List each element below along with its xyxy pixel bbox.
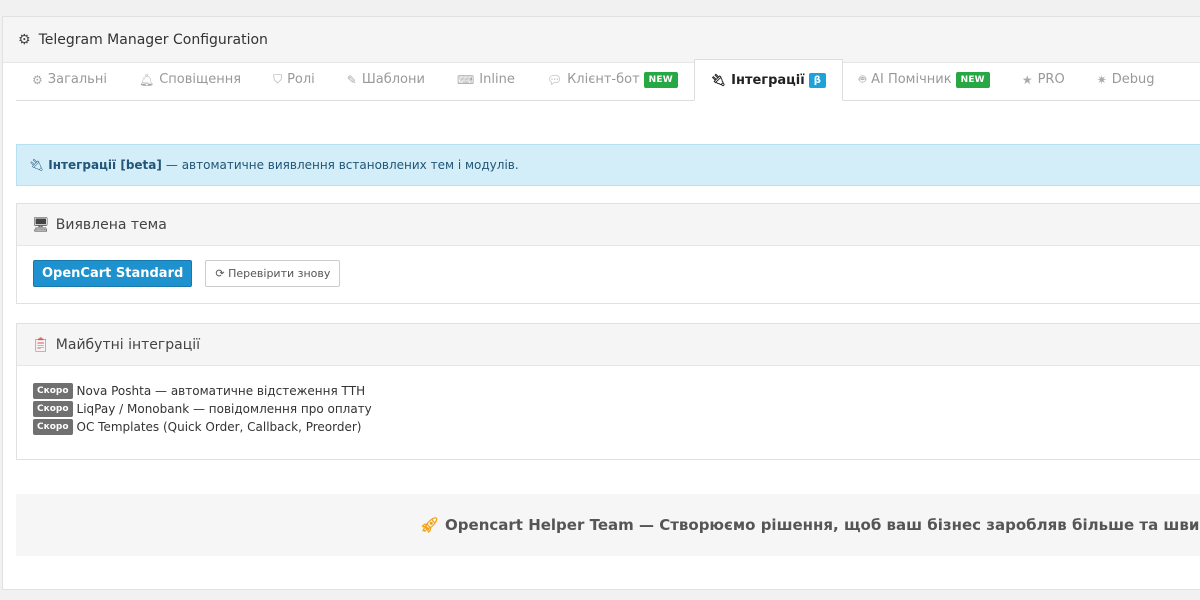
tab-pro[interactable]: ★ PRO xyxy=(1006,59,1081,100)
tab-client-bot[interactable]: 💬︎ Клієнт-бот NEW xyxy=(531,59,694,100)
list-item: Скоро OC Templates (Quick Order, Callbac… xyxy=(33,418,1199,436)
tab-label: Сповіщення xyxy=(159,72,242,87)
item-text: Nova Poshta — автоматичне відстеження ТТ… xyxy=(76,384,366,398)
tab-ai-assistant[interactable]: 🤖︎ AI Помічник NEW xyxy=(843,59,1006,100)
recheck-button[interactable]: ⟳ Перевірити знову xyxy=(205,260,341,287)
tab-label: Debug xyxy=(1111,72,1155,87)
rocket-icon: 🚀︎ xyxy=(420,516,440,534)
future-list: Скоро Nova Poshta — автоматичне відстеже… xyxy=(17,366,1200,436)
tab-integrations[interactable]: 🔌︎ Інтеграції β xyxy=(693,59,843,101)
alert-text: — автоматичне виявлення встановлених тем… xyxy=(165,158,519,172)
shield-icon: ⛉ xyxy=(273,72,283,86)
tab-label: Ролі xyxy=(287,72,315,87)
tab-label: Inline xyxy=(479,72,515,87)
android-icon: 🤖︎ xyxy=(858,72,867,86)
tab-label: Загальні xyxy=(47,72,107,87)
future-integrations-box: 📋︎ Майбутні інтеграції Скоро Nova Poshta… xyxy=(16,323,1200,460)
box-title: Майбутні інтеграції xyxy=(55,336,201,353)
tab-label: Інтеграції xyxy=(731,72,805,88)
tab-debug[interactable]: ✷ Debug xyxy=(1081,59,1171,100)
desktop-icon: 🖥︎ xyxy=(32,216,50,233)
tab-label: Шаблони xyxy=(361,72,425,87)
edit-icon: ✎ xyxy=(346,72,357,87)
tab-label: Клієнт-бот xyxy=(567,72,640,87)
item-text: LiqPay / Monobank — повідомлення про опл… xyxy=(76,402,372,416)
recheck-label: Перевірити знову xyxy=(228,267,331,280)
box-title: Виявлена тема xyxy=(55,216,167,233)
panel-heading: ⚙ Telegram Manager Configuration xyxy=(3,17,1200,63)
footer: 🚀︎ Opencart Helper Team — Створюємо ріше… xyxy=(16,494,1200,556)
theme-button[interactable]: OpenCart Standard xyxy=(33,260,193,287)
plug-icon: 🔌︎ xyxy=(29,158,45,172)
keyboard-icon: ⌨ xyxy=(456,72,475,87)
tab-bar: ⚙ Загальні 🔔︎ Сповіщення ⛉ Ролі ✎ Шаблон… xyxy=(16,58,1200,101)
page-title: Telegram Manager Configuration xyxy=(38,31,268,48)
tab-templates[interactable]: ✎ Шаблони xyxy=(331,59,441,100)
tab-inline[interactable]: ⌨ Inline xyxy=(441,59,531,100)
soon-badge: Скоро xyxy=(33,419,73,435)
soon-badge: Скоро xyxy=(33,401,73,417)
footer-text: Opencart Helper Team — Створюємо рішення… xyxy=(445,516,1200,534)
tab-general[interactable]: ⚙ Загальні xyxy=(16,59,123,100)
beta-badge: β xyxy=(808,72,826,88)
bug-icon: ✷ xyxy=(1096,72,1107,87)
list-item: Скоро LiqPay / Monobank — повідомлення п… xyxy=(33,400,1199,418)
clipboard-icon: 📋︎ xyxy=(32,336,50,353)
detected-theme-box: 🖥︎ Виявлена тема OpenCart Standard ⟳ Пер… xyxy=(16,203,1200,304)
info-alert: 🔌︎ Інтеграції [beta] — автоматичне виявл… xyxy=(16,144,1200,186)
alert-title: Інтеграції [beta] xyxy=(48,158,162,172)
comments-icon: 💬︎ xyxy=(546,72,563,87)
plug-icon: 🔌︎ xyxy=(710,73,727,87)
box-heading: 📋︎ Майбутні інтеграції xyxy=(17,324,1200,366)
tab-label: PRO xyxy=(1037,72,1065,87)
box-heading: 🖥︎ Виявлена тема xyxy=(17,204,1200,246)
new-badge: NEW xyxy=(955,71,990,88)
gear-icon: ⚙ xyxy=(32,72,43,87)
gear-icon: ⚙ xyxy=(18,31,31,48)
soon-badge: Скоро xyxy=(33,383,73,399)
bell-icon: 🔔︎ xyxy=(138,72,155,87)
tab-roles[interactable]: ⛉ Ролі xyxy=(257,59,331,100)
item-text: OC Templates (Quick Order, Callback, Pre… xyxy=(76,420,362,434)
tab-label: AI Помічник xyxy=(871,72,952,87)
new-badge: NEW xyxy=(643,71,678,88)
refresh-icon: ⟳ xyxy=(215,267,225,280)
tab-notifications[interactable]: 🔔︎ Сповіщення xyxy=(123,59,257,100)
list-item: Скоро Nova Poshta — автоматичне відстеже… xyxy=(33,382,1199,400)
star-icon: ★ xyxy=(1021,72,1033,87)
